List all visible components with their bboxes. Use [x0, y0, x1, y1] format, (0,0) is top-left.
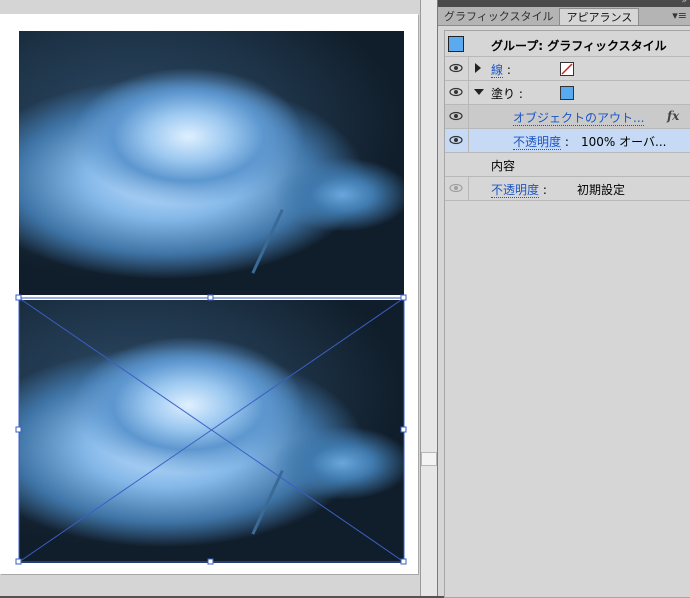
appearance-list: グループ: グラフィックスタイル 線 : 塗り: オブジェクトのアウト... …: [444, 30, 690, 598]
canvas-vertical-scrollbar[interactable]: [420, 0, 437, 596]
expand-triangle-icon[interactable]: [475, 63, 481, 73]
tab-appearance[interactable]: アピアランス: [560, 8, 640, 25]
fill-row[interactable]: 塗り :: [445, 81, 690, 105]
fill-opacity-value: 100% オーバ...: [581, 135, 667, 149]
scrollbar-thumb[interactable]: [421, 452, 437, 466]
panel-tab-bar: グラフィックスタイル アピアランス ▾≡: [438, 7, 690, 26]
stroke-colon: :: [506, 63, 511, 77]
fill-color-swatch[interactable]: [560, 86, 574, 100]
collapse-icon[interactable]: »: [681, 0, 687, 6]
visibility-eye-icon-dimmed[interactable]: [448, 180, 464, 196]
fill-colon: :: [518, 87, 523, 101]
collapse-triangle-icon[interactable]: [474, 89, 484, 95]
panel-menu-icon[interactable]: ▾≡: [672, 9, 687, 22]
opacity-colon: :: [542, 183, 547, 197]
opacity-row[interactable]: 不透明度 : 初期設定: [445, 177, 690, 201]
appearance-header-row: グループ: グラフィックスタイル: [445, 31, 690, 57]
visibility-eye-icon[interactable]: [448, 132, 464, 148]
effect-row[interactable]: オブジェクトのアウト... fx: [445, 105, 690, 129]
fill-opacity-label[interactable]: 不透明度: [513, 135, 562, 150]
contents-row[interactable]: 内容: [445, 153, 690, 177]
effect-label[interactable]: オブジェクトのアウト...: [513, 111, 645, 126]
fill-opacity-row[interactable]: 不透明度 : 100% オーバ...: [445, 129, 690, 153]
opacity-label[interactable]: 不透明度: [491, 183, 540, 198]
visibility-eye-icon[interactable]: [448, 60, 464, 76]
fx-icon[interactable]: fx: [667, 109, 679, 123]
stroke-label[interactable]: 線: [491, 63, 504, 78]
style-thumbnail-icon: [448, 36, 464, 52]
stroke-none-swatch-icon[interactable]: [560, 62, 574, 76]
opacity-value: 初期設定: [577, 183, 626, 197]
visibility-eye-icon[interactable]: [448, 84, 464, 100]
tab-graphic-styles[interactable]: グラフィックスタイル: [438, 8, 561, 25]
selection-bounding-box[interactable]: [0, 0, 420, 596]
panel-title-bar[interactable]: »: [438, 0, 690, 7]
appearance-header-title: グループ: グラフィックスタイル: [491, 39, 667, 53]
stroke-row[interactable]: 線 :: [445, 57, 690, 81]
visibility-eye-icon[interactable]: [448, 108, 464, 124]
fill-opacity-colon: :: [564, 135, 569, 149]
appearance-panel: » グラフィックスタイル アピアランス ▾≡ グループ: グラフィックスタイル …: [437, 0, 690, 598]
document-canvas[interactable]: [0, 0, 420, 596]
fill-label: 塗り: [491, 87, 516, 101]
contents-label: 内容: [491, 159, 516, 173]
